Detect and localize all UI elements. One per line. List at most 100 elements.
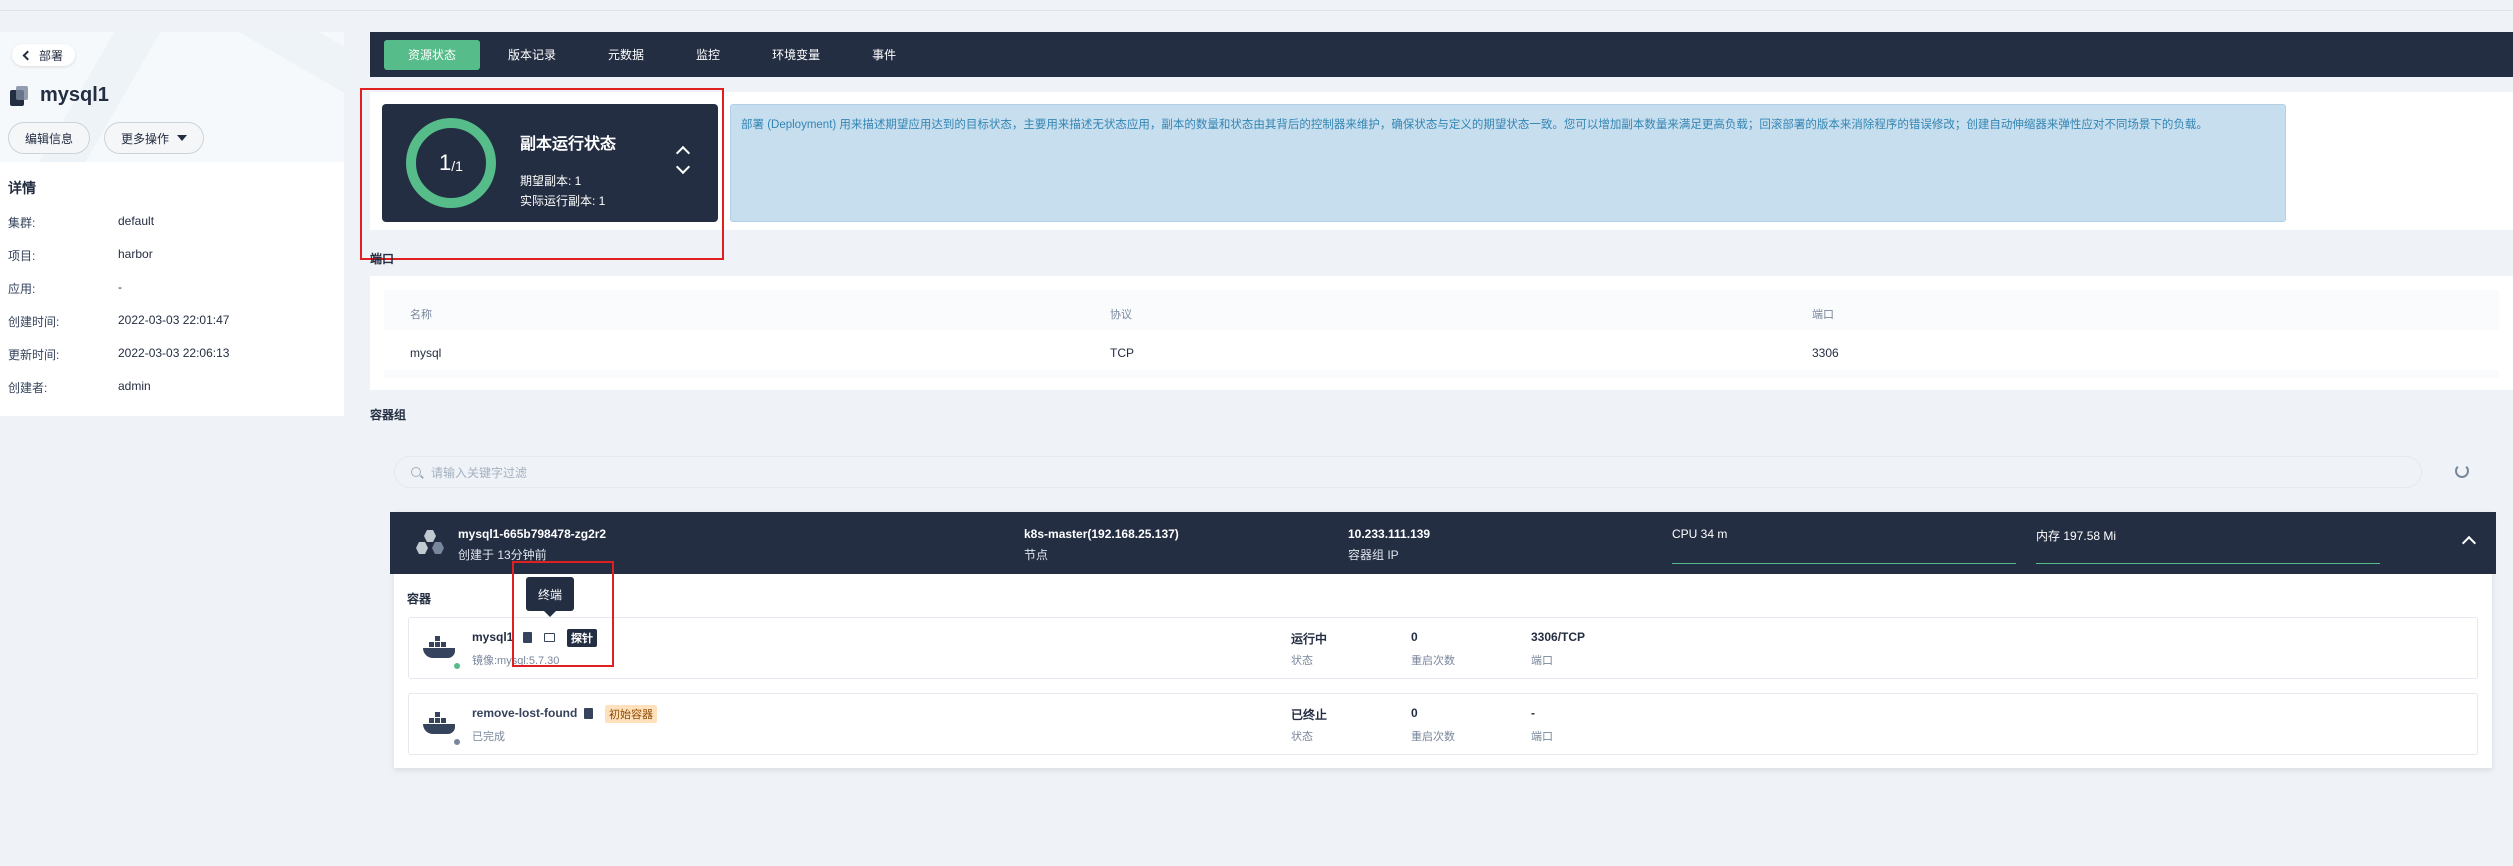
column-header-port: 端口	[1812, 309, 1834, 321]
container-port-label: 端口	[1531, 731, 1553, 743]
pod-hex-shape	[416, 542, 428, 554]
docker-icon	[423, 636, 457, 662]
detail-value: 2022-03-03 22:06:13	[118, 346, 230, 360]
pod-search-input[interactable]: 请输入关键字过滤	[394, 456, 2422, 488]
docker-body-shape	[423, 724, 455, 734]
collapse-chevron-icon[interactable]	[2461, 535, 2477, 551]
more-actions-button[interactable]: 更多操作	[104, 122, 205, 154]
chevron-left-icon	[22, 50, 33, 60]
refresh-icon[interactable]	[2455, 464, 2469, 478]
page-title-text: mysql1	[40, 84, 109, 106]
replica-section: 1 /1 副本运行状态 期望副本: 1 实际运行副本: 1 部署 (Deploy…	[370, 92, 2513, 230]
file-icon[interactable]	[584, 708, 593, 719]
back-button[interactable]: 部署	[12, 44, 76, 66]
detail-key: 创建者:	[8, 381, 48, 395]
detail-value: 2022-03-03 22:01:47	[118, 313, 230, 327]
pod-name[interactable]: mysql1-665b798478-zg2r2	[458, 527, 606, 541]
page-title: mysql1	[10, 84, 109, 107]
detail-value: default	[118, 214, 155, 228]
tab-monitoring[interactable]: 监控	[672, 40, 744, 70]
container-restarts-label: 重启次数	[1411, 731, 1455, 743]
docker-box-shape	[435, 642, 440, 647]
chevron-up-icon[interactable]	[675, 145, 691, 161]
container-status-label: 状态	[1291, 655, 1313, 667]
containers-heading: 容器	[407, 592, 432, 606]
top-divider	[0, 10, 2513, 11]
port-name-cell: mysql	[410, 346, 442, 360]
container-status-label: 状态	[1291, 731, 1313, 743]
container-name[interactable]: remove-lost-found	[472, 706, 577, 720]
deployment-icon	[10, 85, 30, 106]
docker-box-shape	[435, 712, 440, 717]
running-status-dot	[453, 662, 461, 670]
container-restarts: 0	[1411, 630, 1418, 644]
detail-value: admin	[118, 379, 151, 393]
init-container-tag: 初始容器	[605, 705, 657, 723]
search-icon	[411, 467, 421, 477]
container-name[interactable]: mysql1	[472, 630, 513, 644]
pod-created: 创建于 13分钟前	[458, 548, 547, 562]
pod-cpu: CPU 34 m	[1672, 527, 1728, 541]
ports-heading: 端口	[370, 252, 395, 266]
docker-box-shape	[429, 718, 434, 723]
docker-icon	[423, 712, 457, 738]
back-label: 部署	[39, 48, 64, 63]
docker-body-shape	[423, 648, 455, 658]
container-restarts: 0	[1411, 706, 1418, 720]
docker-box-shape	[441, 718, 446, 723]
replica-title: 副本运行状态	[520, 136, 617, 153]
docker-box-shape	[435, 636, 440, 641]
detail-value: harbor	[118, 247, 153, 261]
container-port: -	[1531, 706, 1535, 720]
replica-ring: 1 /1	[406, 118, 496, 208]
terminated-status-dot	[453, 738, 461, 746]
deployment-info-box: 部署 (Deployment) 用来描述期望应用达到的目标状态，主要用来描述无状…	[730, 104, 2286, 222]
tab-revision-records[interactable]: 版本记录	[484, 40, 580, 70]
tab-events[interactable]: 事件	[848, 40, 920, 70]
port-protocol-cell: TCP	[1110, 346, 1134, 360]
container-row-remove-lost-found[interactable]: remove-lost-found 初始容器 已完成 已终止 状态 0 重启次数…	[408, 693, 2478, 755]
detail-key: 创建时间:	[8, 315, 60, 329]
more-actions-label: 更多操作	[121, 131, 170, 146]
search-placeholder: 请输入关键字过滤	[431, 465, 528, 480]
container-status: 已终止	[1291, 708, 1328, 722]
tab-metadata[interactable]: 元数据	[584, 40, 668, 70]
detail-value: -	[118, 280, 122, 294]
detail-key: 项目:	[8, 249, 36, 263]
pod-ip-label: 容器组 IP	[1348, 548, 1399, 562]
tab-env-vars[interactable]: 环境变量	[748, 40, 844, 70]
container-port: 3306/TCP	[1531, 630, 1586, 644]
pod-node-label: 节点	[1024, 548, 1049, 562]
memory-sparkline	[2036, 548, 2380, 564]
pod-hex-shape	[432, 542, 444, 554]
pod-header[interactable]: mysql1-665b798478-zg2r2 创建于 13分钟前 k8s-ma…	[390, 512, 2496, 574]
container-restarts-label: 重启次数	[1411, 655, 1455, 667]
replica-actual: 实际运行副本: 1	[520, 194, 606, 208]
pod-hex-shape	[424, 530, 436, 542]
edit-info-button[interactable]: 编辑信息	[8, 122, 91, 154]
detail-key: 集群:	[8, 216, 36, 230]
pod-ip: 10.233.111.139	[1348, 527, 1431, 541]
pods-heading: 容器组	[370, 408, 407, 422]
container-status: 运行中	[1291, 632, 1328, 646]
file-icon[interactable]	[523, 632, 532, 643]
pod-node: k8s-master(192.168.25.137)	[1024, 527, 1179, 541]
replica-current: 1	[439, 150, 452, 175]
details-heading: 详情	[8, 180, 36, 196]
terminal-tooltip: 终端	[526, 577, 574, 617]
chevron-down-icon[interactable]	[675, 159, 691, 175]
ports-section: 名称 协议 端口 mysql TCP 3306	[370, 276, 2513, 390]
column-header-protocol: 协议	[1110, 309, 1132, 321]
tab-bar: 资源状态 版本记录 元数据 监控 环境变量 事件	[370, 32, 2513, 77]
pod-memory: 内存 197.58 Mi	[2036, 529, 2117, 543]
replica-stepper	[674, 142, 694, 186]
docker-box-shape	[435, 718, 440, 723]
detail-key: 更新时间:	[8, 348, 60, 362]
docker-box-shape	[441, 642, 446, 647]
detail-sidebar: 部署 mysql1 编辑信息 更多操作 详情 集群: default 项目: h…	[0, 32, 344, 416]
port-number-cell: 3306	[1812, 346, 1839, 360]
container-row-mysql1[interactable]: mysql1 探针 镜像:mysql:5.7.30 运行中 状态 0 重启次数 …	[408, 617, 2478, 679]
terminal-icon[interactable]	[544, 633, 555, 642]
container-image: 镜像:mysql:5.7.30	[472, 655, 560, 667]
tab-resource-status[interactable]: 资源状态	[384, 39, 481, 70]
